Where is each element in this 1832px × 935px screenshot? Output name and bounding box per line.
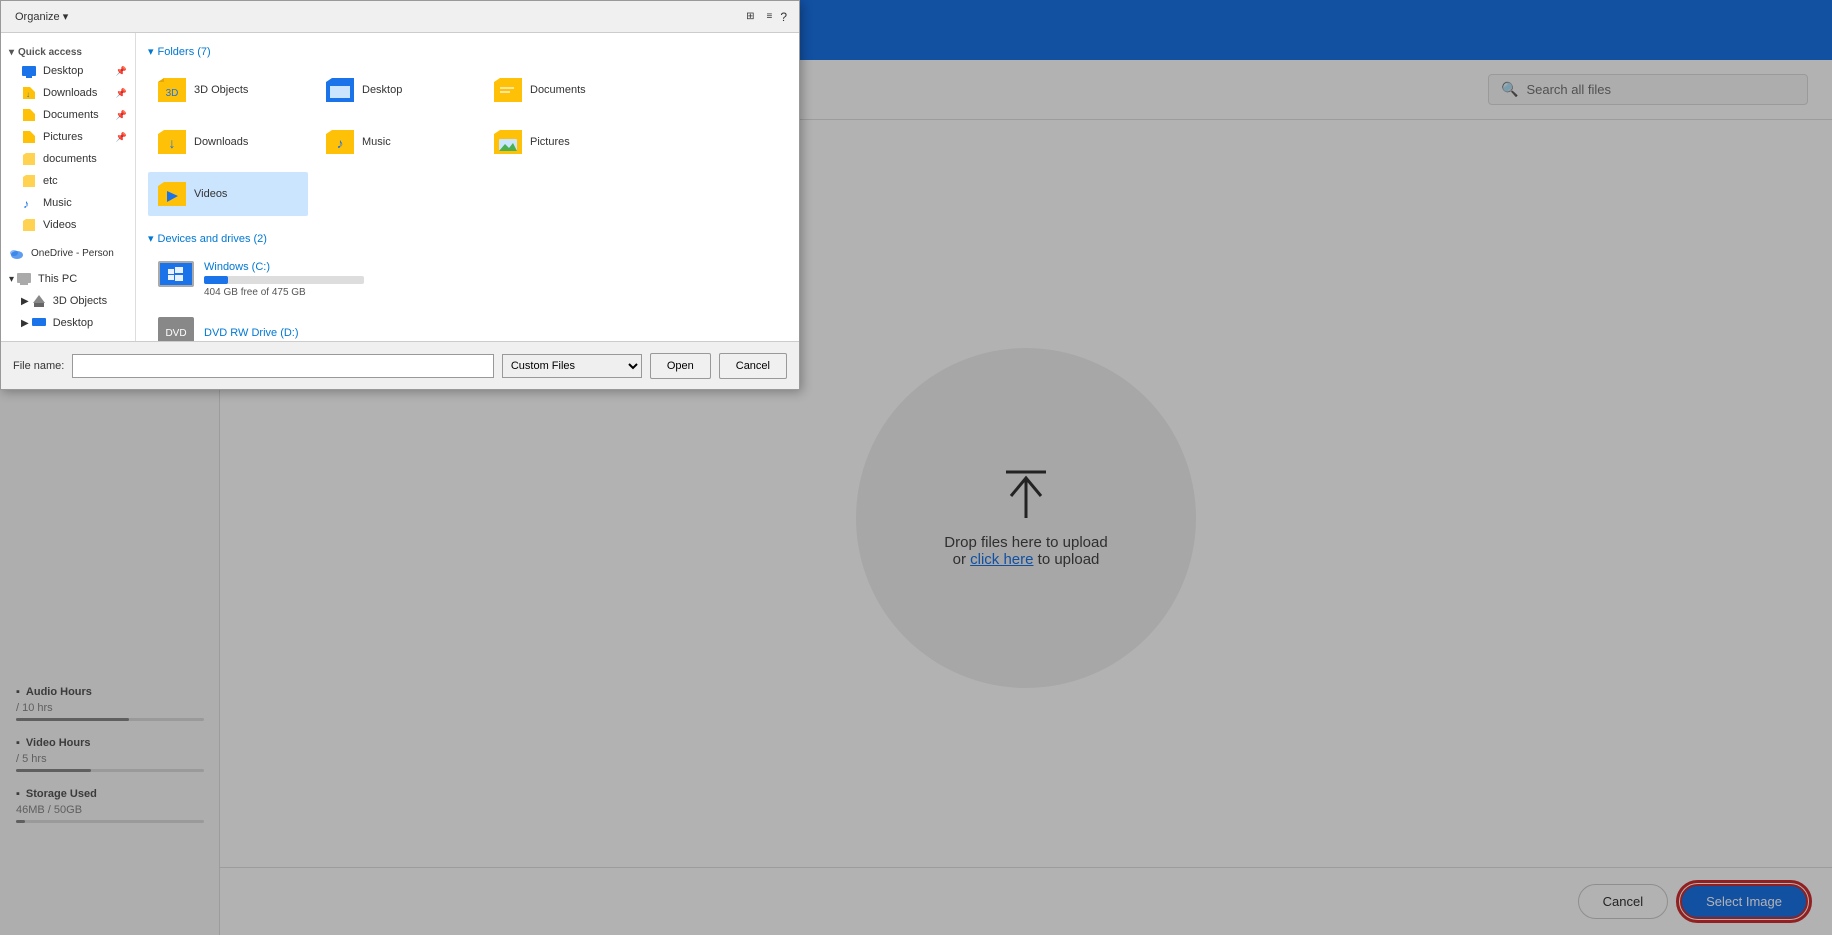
dialog-footer: File name: Custom Files Open Cancel xyxy=(1,341,799,389)
quick-access-section: ▾ Quick access xyxy=(1,41,135,60)
onedrive-icon xyxy=(9,245,25,261)
svg-text:3D: 3D xyxy=(166,88,179,99)
dialog-toolbar: Organize ▾ ⊞ ≡ ? xyxy=(1,1,799,33)
folder-icon-documents2 xyxy=(21,151,37,167)
view-icon-list[interactable]: ≡ xyxy=(762,9,776,24)
nav-desktop[interactable]: Desktop 📌 xyxy=(1,60,135,82)
desktop-pc-icon xyxy=(31,315,47,331)
device-c-info: Windows (C:) 404 GB free of 475 GB xyxy=(204,261,779,298)
nav-music[interactable]: ♪ Music xyxy=(1,192,135,214)
videos-folder-icon xyxy=(21,217,37,233)
folder-desktop-label: Desktop xyxy=(362,84,402,96)
this-pc-icon xyxy=(16,271,32,287)
file-open-dialog: Organize ▾ ⊞ ≡ ? ▾ Quick access Desktop … xyxy=(0,0,800,390)
dialog-content: ▾ Folders (7) 3D 3D Objects Desktop Docu… xyxy=(136,33,799,341)
device-windows-c[interactable]: Windows (C:) 404 GB free of 475 GB xyxy=(148,255,787,303)
pin-pictures-icon: 📌 xyxy=(116,132,127,143)
view-icons: ⊞ ≡ xyxy=(742,9,776,24)
device-dvd-info: DVD RW Drive (D:) xyxy=(204,327,779,339)
help-icon[interactable]: ? xyxy=(776,8,791,26)
documents-folder-icon xyxy=(21,107,37,123)
devices-section-header[interactable]: ▾ Devices and drives (2) xyxy=(148,232,787,245)
folders-section-header[interactable]: ▾ Folders (7) xyxy=(148,45,787,58)
nav-pictures-label: Pictures xyxy=(43,131,83,143)
nav-documents[interactable]: Documents 📌 xyxy=(1,104,135,126)
pin-documents-icon: 📌 xyxy=(116,110,127,121)
view-icon-grid[interactable]: ⊞ xyxy=(742,9,758,24)
nav-3d-objects[interactable]: ▶ 3D Objects xyxy=(1,290,135,312)
pin-icon: 📌 xyxy=(116,66,127,77)
svg-text:↓: ↓ xyxy=(26,90,30,99)
svg-text:♪: ♪ xyxy=(337,135,344,151)
folder-pictures[interactable]: Pictures xyxy=(484,120,644,164)
music-icon: ♪ xyxy=(21,195,37,211)
device-dvd-name: DVD RW Drive (D:) xyxy=(204,327,779,339)
dialog-body: ▾ Quick access Desktop 📌 ↓ Downloads 📌 xyxy=(1,33,799,341)
dialog-open-button[interactable]: Open xyxy=(650,353,711,379)
nav-desktop-label: Desktop xyxy=(43,65,83,77)
3d-objects-icon xyxy=(31,293,47,309)
filetype-select[interactable]: Custom Files xyxy=(502,354,642,378)
chevron-down-icon: ▾ xyxy=(9,47,14,58)
folder-3d-objects[interactable]: 3D 3D Objects xyxy=(148,68,308,112)
devices-header-label: Devices and drives (2) xyxy=(158,233,267,245)
devices-collapse-icon: ▾ xyxy=(148,232,154,245)
nav-desktop-pc[interactable]: ▶ Desktop xyxy=(1,312,135,334)
nav-onedrive-label: OneDrive - Person xyxy=(31,248,114,259)
device-c-name: Windows (C:) xyxy=(204,261,779,273)
device-dvd[interactable]: DVD DVD RW Drive (D:) xyxy=(148,309,787,341)
nav-videos-label: Videos xyxy=(43,219,76,231)
nav-onedrive[interactable]: OneDrive - Person xyxy=(1,242,135,264)
folder-desktop[interactable]: Desktop xyxy=(316,68,476,112)
devices-section: Windows (C:) 404 GB free of 475 GB DVD D… xyxy=(148,255,787,341)
nav-documents2-label: documents xyxy=(43,153,97,165)
nav-this-pc[interactable]: ▾ This PC xyxy=(1,268,135,290)
nav-videos[interactable]: Videos xyxy=(1,214,135,236)
nav-downloads[interactable]: ↓ Downloads 📌 xyxy=(1,82,135,104)
folder-music[interactable]: ♪ Music xyxy=(316,120,476,164)
folder-label: 3D Objects xyxy=(194,84,248,96)
folders-grid: 3D 3D Objects Desktop Documents ↓ Downlo… xyxy=(148,68,787,216)
pictures-folder-icon xyxy=(21,129,37,145)
svg-text:↓: ↓ xyxy=(169,135,176,151)
expand-3d-icon: ▶ xyxy=(21,296,29,307)
folder-documents[interactable]: Documents xyxy=(484,68,644,112)
quick-access-label: Quick access xyxy=(18,47,82,58)
nav-this-pc-label: This PC xyxy=(38,273,77,285)
filename-label: File name: xyxy=(13,360,64,372)
folders-collapse-icon: ▾ xyxy=(148,45,154,58)
svg-text:♪: ♪ xyxy=(23,197,29,211)
organize-button[interactable]: Organize ▾ xyxy=(9,8,74,25)
desktop-folder-icon xyxy=(21,63,37,79)
pin-downloads-icon: 📌 xyxy=(116,88,127,99)
svg-text:DVD: DVD xyxy=(165,328,186,339)
nav-desktop-pc-label: Desktop xyxy=(53,317,93,329)
dialog-cancel-button[interactable]: Cancel xyxy=(719,353,787,379)
device-c-space: 404 GB free of 475 GB xyxy=(204,287,779,298)
filename-input[interactable] xyxy=(72,354,493,378)
folder-documents-label: Documents xyxy=(530,84,586,96)
dialog-sidebar: ▾ Quick access Desktop 📌 ↓ Downloads 📌 xyxy=(1,33,136,341)
expand-icon: ▾ xyxy=(9,274,14,285)
folder-downloads-label: Downloads xyxy=(194,136,248,148)
nav-pictures[interactable]: Pictures 📌 xyxy=(1,126,135,148)
nav-documents-label: Documents xyxy=(43,109,99,121)
folder-icon-etc xyxy=(21,173,37,189)
folder-pictures-label: Pictures xyxy=(530,136,570,148)
nav-downloads-label: Downloads xyxy=(43,87,97,99)
folder-videos[interactable]: Videos xyxy=(148,172,308,216)
folder-videos-label: Videos xyxy=(194,188,227,200)
folder-downloads[interactable]: ↓ Downloads xyxy=(148,120,308,164)
nav-documents2[interactable]: documents xyxy=(1,148,135,170)
nav-etc[interactable]: etc xyxy=(1,170,135,192)
nav-etc-label: etc xyxy=(43,175,58,187)
nav-music-label: Music xyxy=(43,197,72,209)
expand-desktop-icon: ▶ xyxy=(21,318,29,329)
folders-header-label: Folders (7) xyxy=(158,46,211,58)
folder-music-label: Music xyxy=(362,136,391,148)
downloads-folder-icon: ↓ xyxy=(21,85,37,101)
nav-3d-label: 3D Objects xyxy=(53,295,107,307)
